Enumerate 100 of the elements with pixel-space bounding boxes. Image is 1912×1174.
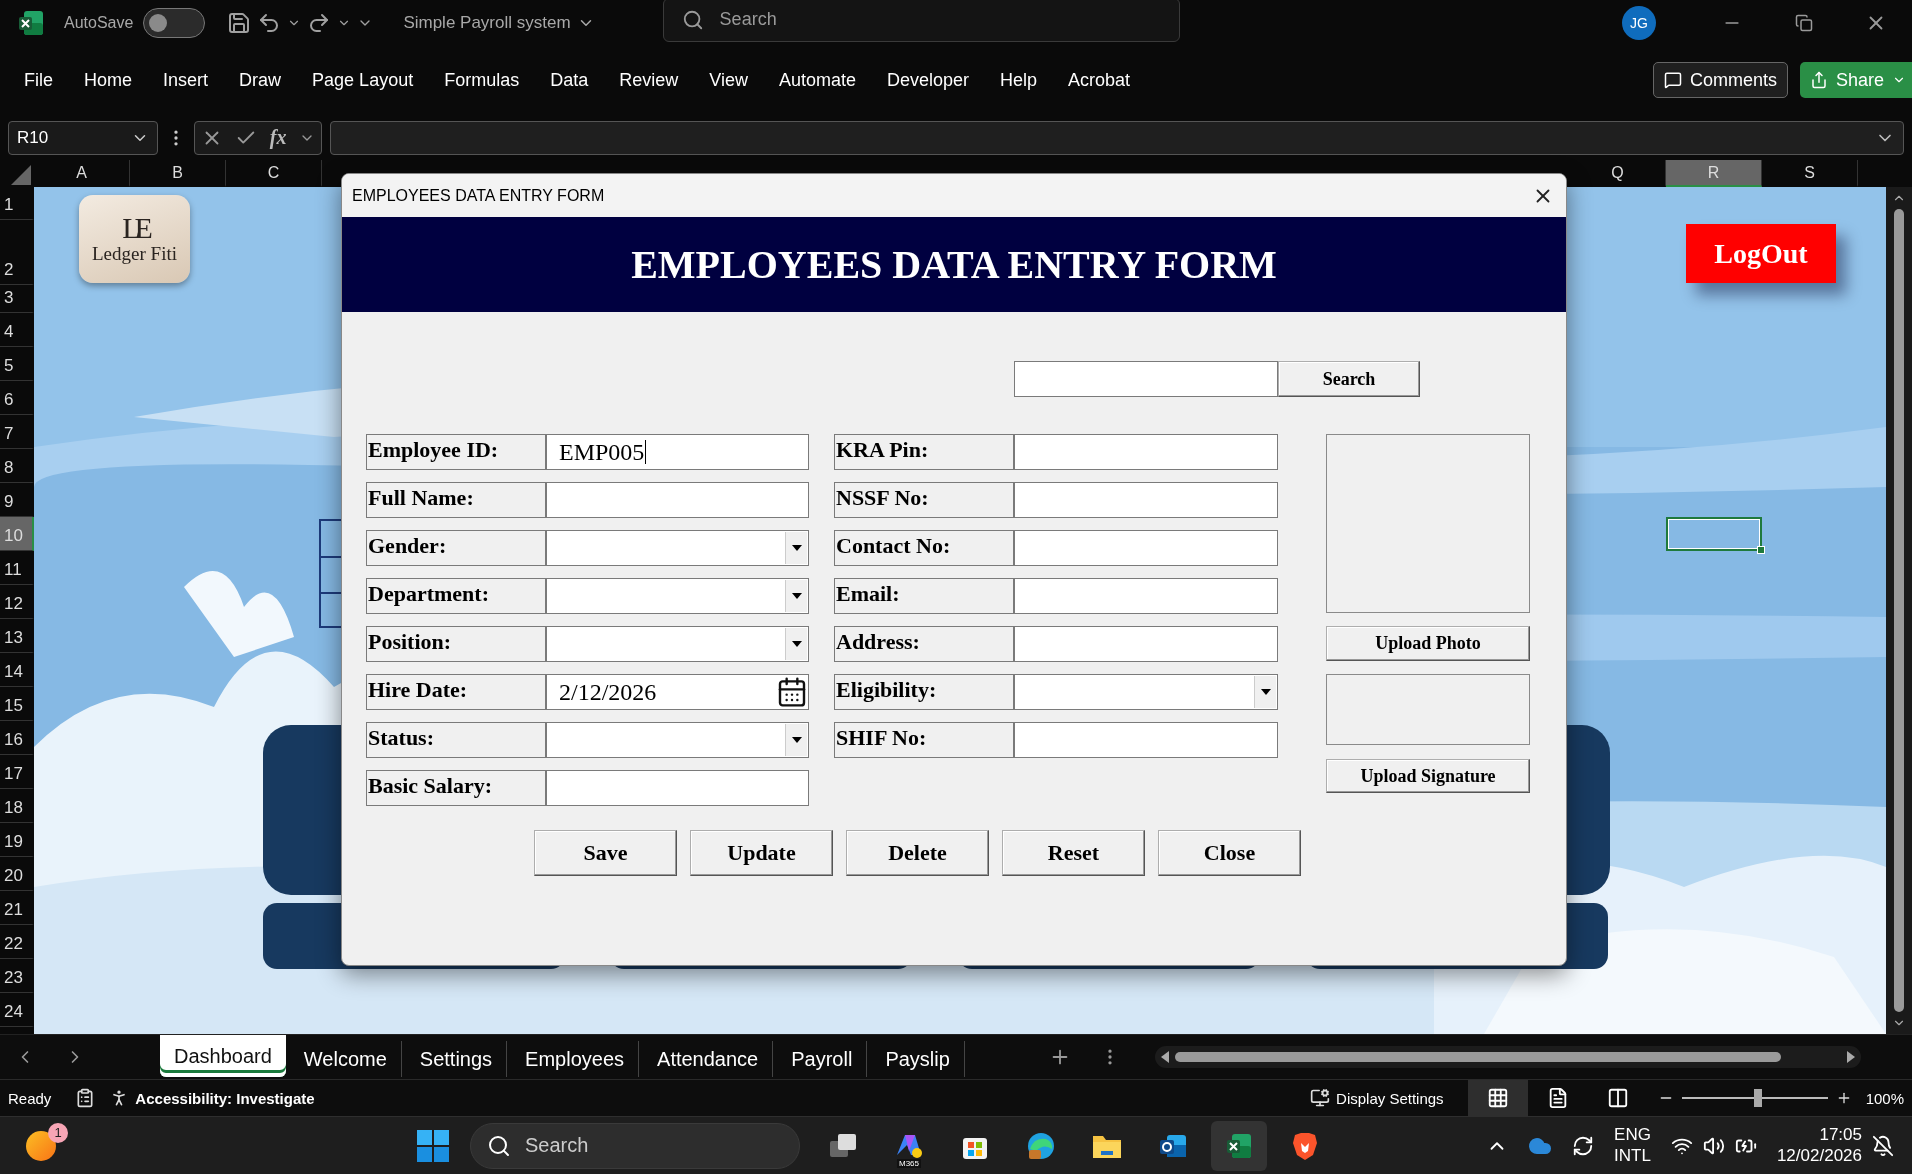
- sheet-tab[interactable]: Employees: [511, 1041, 640, 1077]
- widgets-icon[interactable]: [26, 1130, 56, 1161]
- taskbar-app[interactable]: M365: [881, 1120, 937, 1171]
- field-label: NSSF No:: [834, 482, 1014, 518]
- normal-view-icon: [1486, 1087, 1509, 1109]
- restore-icon[interactable]: [1795, 13, 1813, 32]
- dropdown-field[interactable]: [1014, 674, 1278, 710]
- field-label: Gender:: [366, 530, 546, 566]
- dropdown-field[interactable]: [546, 578, 809, 614]
- calendar-icon[interactable]: [776, 676, 808, 708]
- form-heading: EMPLOYEES DATA ENTRY FORM: [631, 241, 1277, 288]
- input-language[interactable]: ENG INTL: [1614, 1125, 1651, 1166]
- input-field[interactable]: [1014, 578, 1278, 614]
- sheet-tab[interactable]: Settings: [405, 1041, 508, 1077]
- view-button[interactable]: [1467, 1080, 1528, 1116]
- name-box[interactable]: R10: [8, 120, 158, 155]
- sync-icon[interactable]: [1572, 1134, 1595, 1157]
- ribbon-tab[interactable]: File: [24, 69, 53, 91]
- ribbon-tab[interactable]: Home: [84, 69, 133, 91]
- field-label: Contact No:: [834, 530, 1014, 566]
- input-field[interactable]: EMP005: [546, 434, 809, 470]
- clock[interactable]: 17:05 12/02/2026: [1776, 1125, 1862, 1166]
- comment-icon: [1663, 71, 1682, 89]
- ribbon-tab[interactable]: Draw: [239, 69, 282, 91]
- field-label: Department:: [366, 578, 546, 614]
- search-field[interactable]: Search: [662, 0, 1180, 42]
- input-field[interactable]: [1014, 482, 1278, 518]
- row-header[interactable]: 10: [0, 517, 34, 551]
- ribbon-tab[interactable]: Acrobat: [1068, 69, 1131, 91]
- date-field[interactable]: 2/12/2026: [546, 674, 809, 710]
- sheet-tab[interactable]: Welcome: [289, 1041, 402, 1077]
- browser-icon: [1026, 1130, 1056, 1161]
- ribbon-tab[interactable]: Review: [619, 69, 679, 91]
- insert-function-button[interactable]: fx: [269, 126, 287, 149]
- display-settings-link[interactable]: Display Settings: [1336, 1089, 1444, 1107]
- input-field[interactable]: [1014, 434, 1278, 470]
- display-settings-icon[interactable]: [1310, 1088, 1331, 1108]
- ribbon-tab[interactable]: Automate: [778, 69, 856, 91]
- formula-input[interactable]: [330, 120, 1904, 155]
- upload-signature-button[interactable]: Upload Signature: [1326, 759, 1530, 793]
- ribbon-tab[interactable]: Page Layout: [312, 69, 414, 91]
- taskbar-search[interactable]: Search: [470, 1122, 800, 1169]
- input-field[interactable]: [546, 482, 809, 518]
- search-button[interactable]: Search: [1278, 361, 1420, 397]
- accessibility-status[interactable]: Accessibility: Investigate: [135, 1089, 315, 1107]
- form-button[interactable]: Reset: [1002, 830, 1145, 876]
- save-icon[interactable]: [227, 10, 252, 35]
- spreadsheet-icon: [1226, 1132, 1252, 1159]
- sheet-tab[interactable]: Dashboard: [160, 1035, 286, 1077]
- horizontal-scrollbar[interactable]: [1154, 1046, 1861, 1068]
- dropdown-field[interactable]: [546, 626, 809, 662]
- ribbon-tab[interactable]: Formulas: [444, 69, 520, 91]
- dropdown-field[interactable]: [546, 722, 809, 758]
- upload-photo-button[interactable]: Upload Photo: [1326, 626, 1530, 661]
- page-break-icon: [1606, 1087, 1629, 1109]
- sheet-tab[interactable]: Payslip: [871, 1041, 965, 1077]
- document-title[interactable]: Simple Payroll system: [403, 12, 571, 33]
- comments-button[interactable]: Comments: [1652, 62, 1788, 98]
- sheet-tab[interactable]: Attendance: [643, 1041, 774, 1077]
- ribbon-tab[interactable]: View: [709, 69, 748, 91]
- input-field[interactable]: [1014, 626, 1278, 662]
- logo: LE Ledger Fiti: [79, 195, 190, 283]
- sheet-tab[interactable]: Payroll: [777, 1041, 868, 1077]
- app-badge: M365: [897, 1158, 921, 1168]
- ribbon-tab[interactable]: Help: [1000, 69, 1038, 91]
- macro-icon[interactable]: [75, 1088, 96, 1108]
- select-all-icon[interactable]: [11, 165, 31, 185]
- autosave-label: AutoSave: [64, 13, 134, 32]
- autosave-toggle[interactable]: [143, 7, 206, 38]
- ribbon-tab[interactable]: Insert: [163, 69, 209, 91]
- share-button[interactable]: Share: [1799, 62, 1912, 98]
- form-button[interactable]: Save: [534, 830, 677, 876]
- form-button[interactable]: Delete: [846, 830, 989, 876]
- windows-start-icon[interactable]: [416, 1128, 450, 1163]
- ribbon-tab[interactable]: Data: [550, 69, 589, 91]
- input-field[interactable]: [1014, 530, 1278, 566]
- search-field[interactable]: [1014, 361, 1278, 397]
- lion-icon: [1291, 1130, 1319, 1161]
- vertical-scrollbar[interactable]: [1894, 209, 1904, 1012]
- field-label: Email:: [834, 578, 1014, 614]
- notification-badge: 1: [48, 1122, 68, 1143]
- logout-button[interactable]: LogOut: [1686, 224, 1836, 283]
- field-label: Position:: [366, 626, 546, 662]
- status-text: Ready: [8, 1089, 52, 1107]
- form-button[interactable]: Update: [690, 830, 833, 876]
- form-button[interactable]: Close: [1158, 830, 1301, 876]
- input-field[interactable]: [546, 770, 809, 806]
- user-avatar[interactable]: JG: [1622, 5, 1656, 40]
- scroll-left-icon[interactable]: [1160, 1051, 1169, 1063]
- ribbon-tab[interactable]: Developer: [887, 69, 970, 91]
- excel-logo-icon: [18, 9, 44, 36]
- dropdown-field[interactable]: [546, 530, 809, 566]
- field-label: Hire Date:: [366, 674, 546, 710]
- input-field[interactable]: [1014, 722, 1278, 758]
- field-label: KRA Pin:: [834, 434, 1014, 470]
- field-label: Full Name:: [366, 482, 546, 518]
- zoom-reading[interactable]: 100%: [1865, 1089, 1904, 1107]
- column-header[interactable]: R: [1666, 160, 1762, 187]
- notifications-icon[interactable]: [1872, 1134, 1894, 1157]
- scroll-right-icon[interactable]: [1846, 1051, 1855, 1063]
